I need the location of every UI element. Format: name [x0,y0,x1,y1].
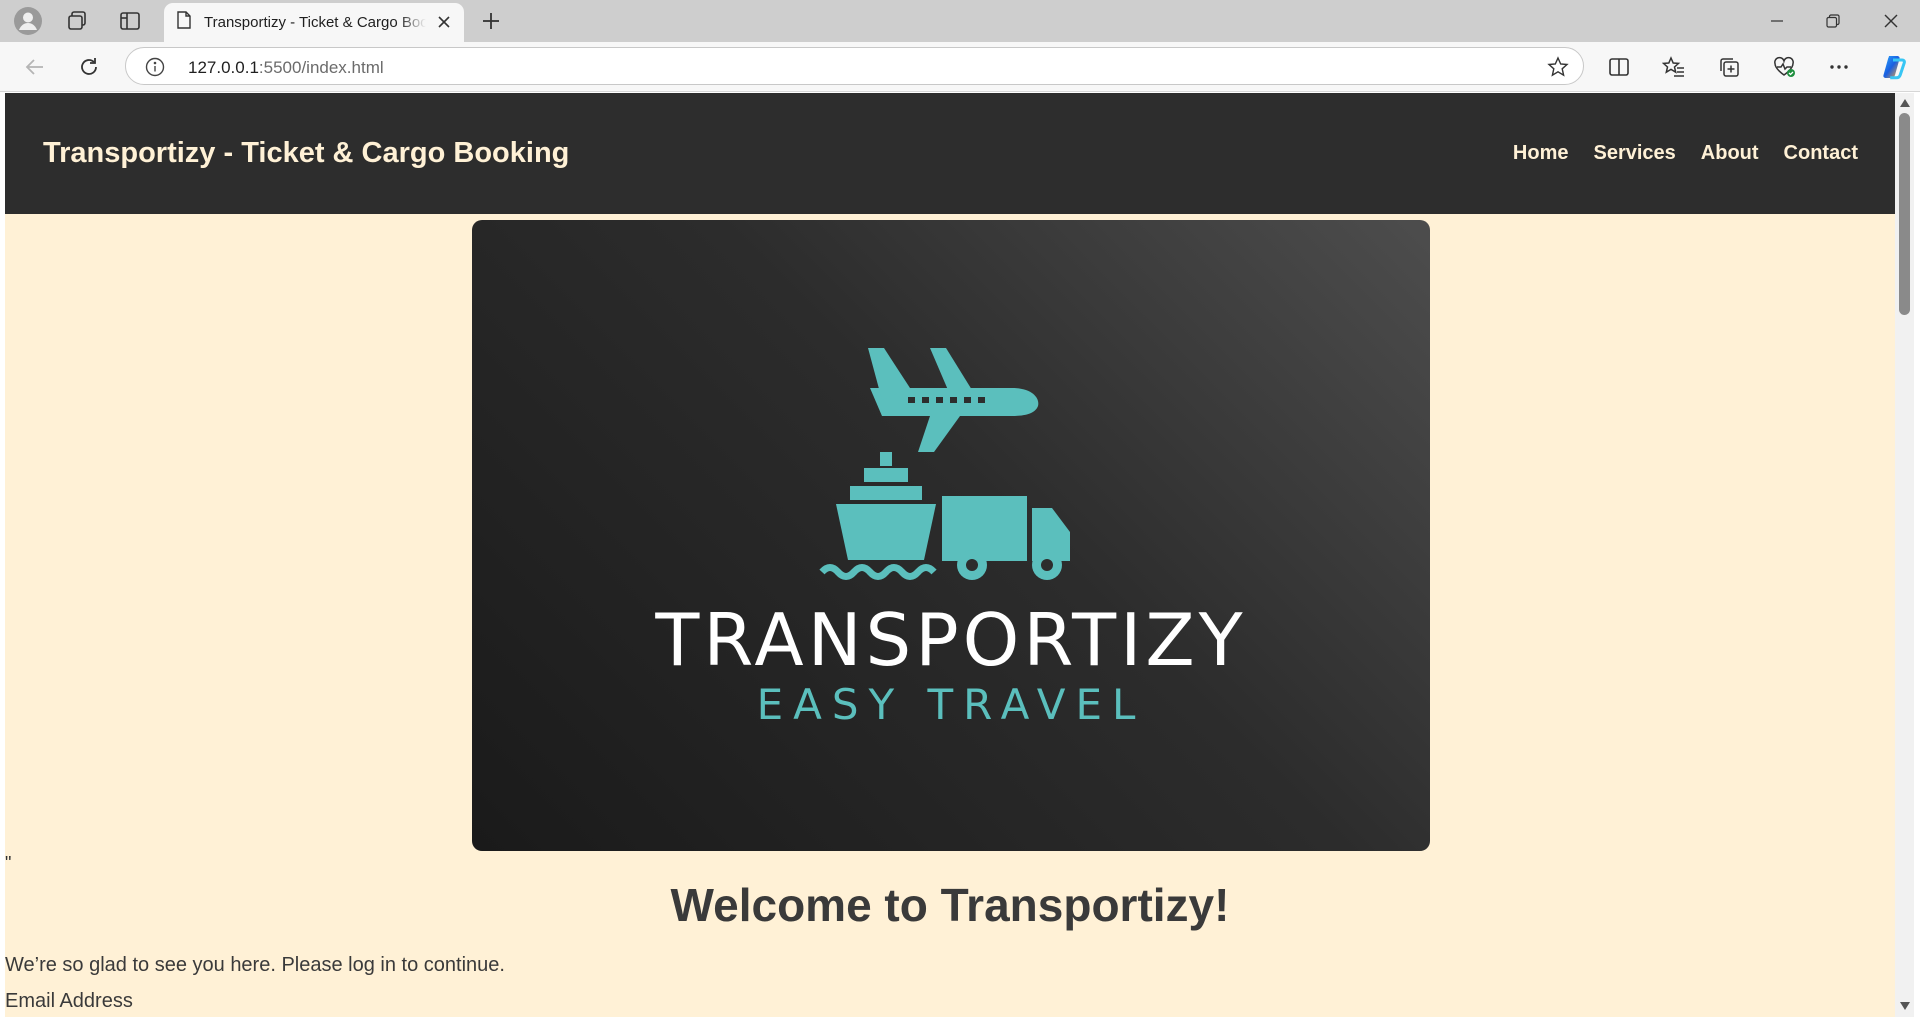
close-icon[interactable] [434,12,454,32]
back-icon[interactable] [19,51,51,83]
page-icon [176,11,192,34]
welcome-heading: Welcome to Transportizy! [670,879,1230,931]
scroll-up-icon[interactable] [1899,97,1911,109]
refresh-icon[interactable] [73,51,105,83]
browser-toolbar: 127.0.0.1:5500/index.html [0,42,1920,92]
nav-contact[interactable]: Contact [1784,142,1858,165]
nav-about[interactable]: About [1701,142,1759,165]
tab-title: Transportizy - Ticket & Cargo Booking [204,14,426,31]
page-viewport: Transportizy - Ticket & Cargo Booking Ho… [5,93,1895,1017]
url-text[interactable]: 127.0.0.1:5500/index.html [188,58,384,78]
copilot-icon[interactable] [1877,51,1909,83]
url-host: 127.0.0.1 [188,58,259,77]
nav-services[interactable]: Services [1593,142,1675,165]
browser-essentials-icon[interactable] [1768,51,1800,83]
site-title: Transportizy - Ticket & Cargo Booking [43,137,570,169]
transport-logo-graphic [819,348,1070,580]
address-bar[interactable]: 127.0.0.1:5500/index.html [125,47,1584,85]
truck-icon [942,496,1070,580]
site-header: Transportizy - Ticket & Cargo Booking Ho… [5,93,1895,214]
info-icon[interactable] [144,56,166,78]
scroll-thumb[interactable] [1899,113,1910,315]
more-icon[interactable] [1823,51,1855,83]
email-label: Email Address [5,990,133,1012]
profile-icon[interactable] [13,6,43,36]
brand-name: TRANSPORTIZY [655,598,1247,682]
tab-actions-icon[interactable] [115,6,145,36]
stray-quote-text: " [5,853,12,873]
main-nav: Home Services About Contact [1513,142,1858,165]
workspaces-icon[interactable] [62,6,92,36]
favorites-icon[interactable] [1658,51,1690,83]
nav-home[interactable]: Home [1513,142,1569,165]
split-screen-icon[interactable] [1603,51,1635,83]
url-path: :5500/index.html [258,58,384,77]
active-tab[interactable]: Transportizy - Ticket & Cargo Booking [164,3,464,42]
scroll-down-icon[interactable] [1899,1000,1911,1012]
brand-tagline: EASY TRAVEL [756,680,1146,729]
minimize-icon[interactable] [1749,0,1805,42]
collections-icon[interactable] [1713,51,1745,83]
page-scrollbar[interactable] [1895,93,1914,1017]
hero-logo-banner: TRANSPORTIZY EASY TRAVEL [472,220,1430,851]
intro-text: We’re so glad to see you here. Please lo… [5,954,505,976]
new-tab-icon[interactable] [476,6,506,36]
tab-strip: Transportizy - Ticket & Cargo Booking [0,0,1920,42]
window-close-icon[interactable] [1863,0,1919,42]
restore-icon[interactable] [1805,0,1861,42]
airplane-icon [868,348,1039,452]
ship-icon [819,452,937,580]
star-icon[interactable] [1547,56,1569,78]
